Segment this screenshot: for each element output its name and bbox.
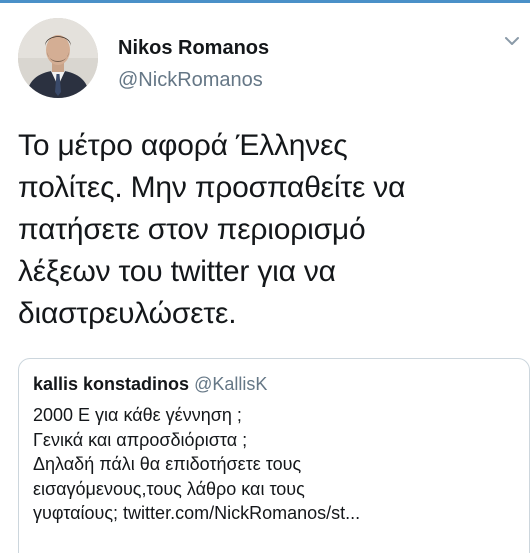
quoted-display-name: kallis konstadinos bbox=[33, 374, 190, 394]
avatar-image bbox=[18, 18, 98, 98]
quoted-text-line: 2000 Ε για κάθε γέννηση ; bbox=[33, 405, 242, 425]
top-divider bbox=[0, 0, 530, 3]
tweet-screen: Nikos Romanos @NickRomanos Το μέτρο αφορ… bbox=[0, 0, 530, 553]
user-handle[interactable]: @NickRomanos bbox=[118, 68, 263, 92]
tweet-text-line: Το μέτρο αφορά Έλληνες bbox=[18, 129, 348, 162]
quoted-text-line: εισαγόμενους,τους λάθρο και τους bbox=[33, 478, 305, 499]
tweet-text-line: πατήσετε στον περιορισμό bbox=[18, 213, 366, 246]
quoted-tweet-text: 2000 Ε για κάθε γέννηση ; Γενικά και απρ… bbox=[33, 403, 523, 526]
tweet-text: Το μέτρο αφορά Έλληνες πολίτες. Μην προσ… bbox=[18, 125, 518, 335]
tweet-text-line: πολίτες. Μην προσπαθείτε να bbox=[18, 171, 406, 204]
display-name[interactable]: Nikos Romanos bbox=[118, 36, 269, 60]
tweet-text-line: λέξεων του twitter για να bbox=[18, 255, 336, 288]
quoted-text-line: γυφταίους; twitter.com/NickRomanos/st... bbox=[33, 503, 361, 523]
quoted-text-line: Δηλαδή πάλι θα επιδοτήσετε τους bbox=[33, 454, 302, 474]
avatar[interactable] bbox=[18, 18, 98, 98]
quoted-tweet-card[interactable]: kallis konstadinos @KallisK 2000 Ε για κά… bbox=[18, 358, 530, 553]
quoted-tweet-header: kallis konstadinos @KallisK bbox=[33, 373, 267, 395]
quoted-text-line: Γενικά και απροσδιόριστα ; bbox=[33, 429, 248, 450]
chevron-down-icon[interactable] bbox=[502, 34, 522, 48]
tweet-text-line: διαστρευλώσετε. bbox=[18, 297, 237, 330]
quoted-user-handle: @KallisK bbox=[194, 374, 268, 394]
